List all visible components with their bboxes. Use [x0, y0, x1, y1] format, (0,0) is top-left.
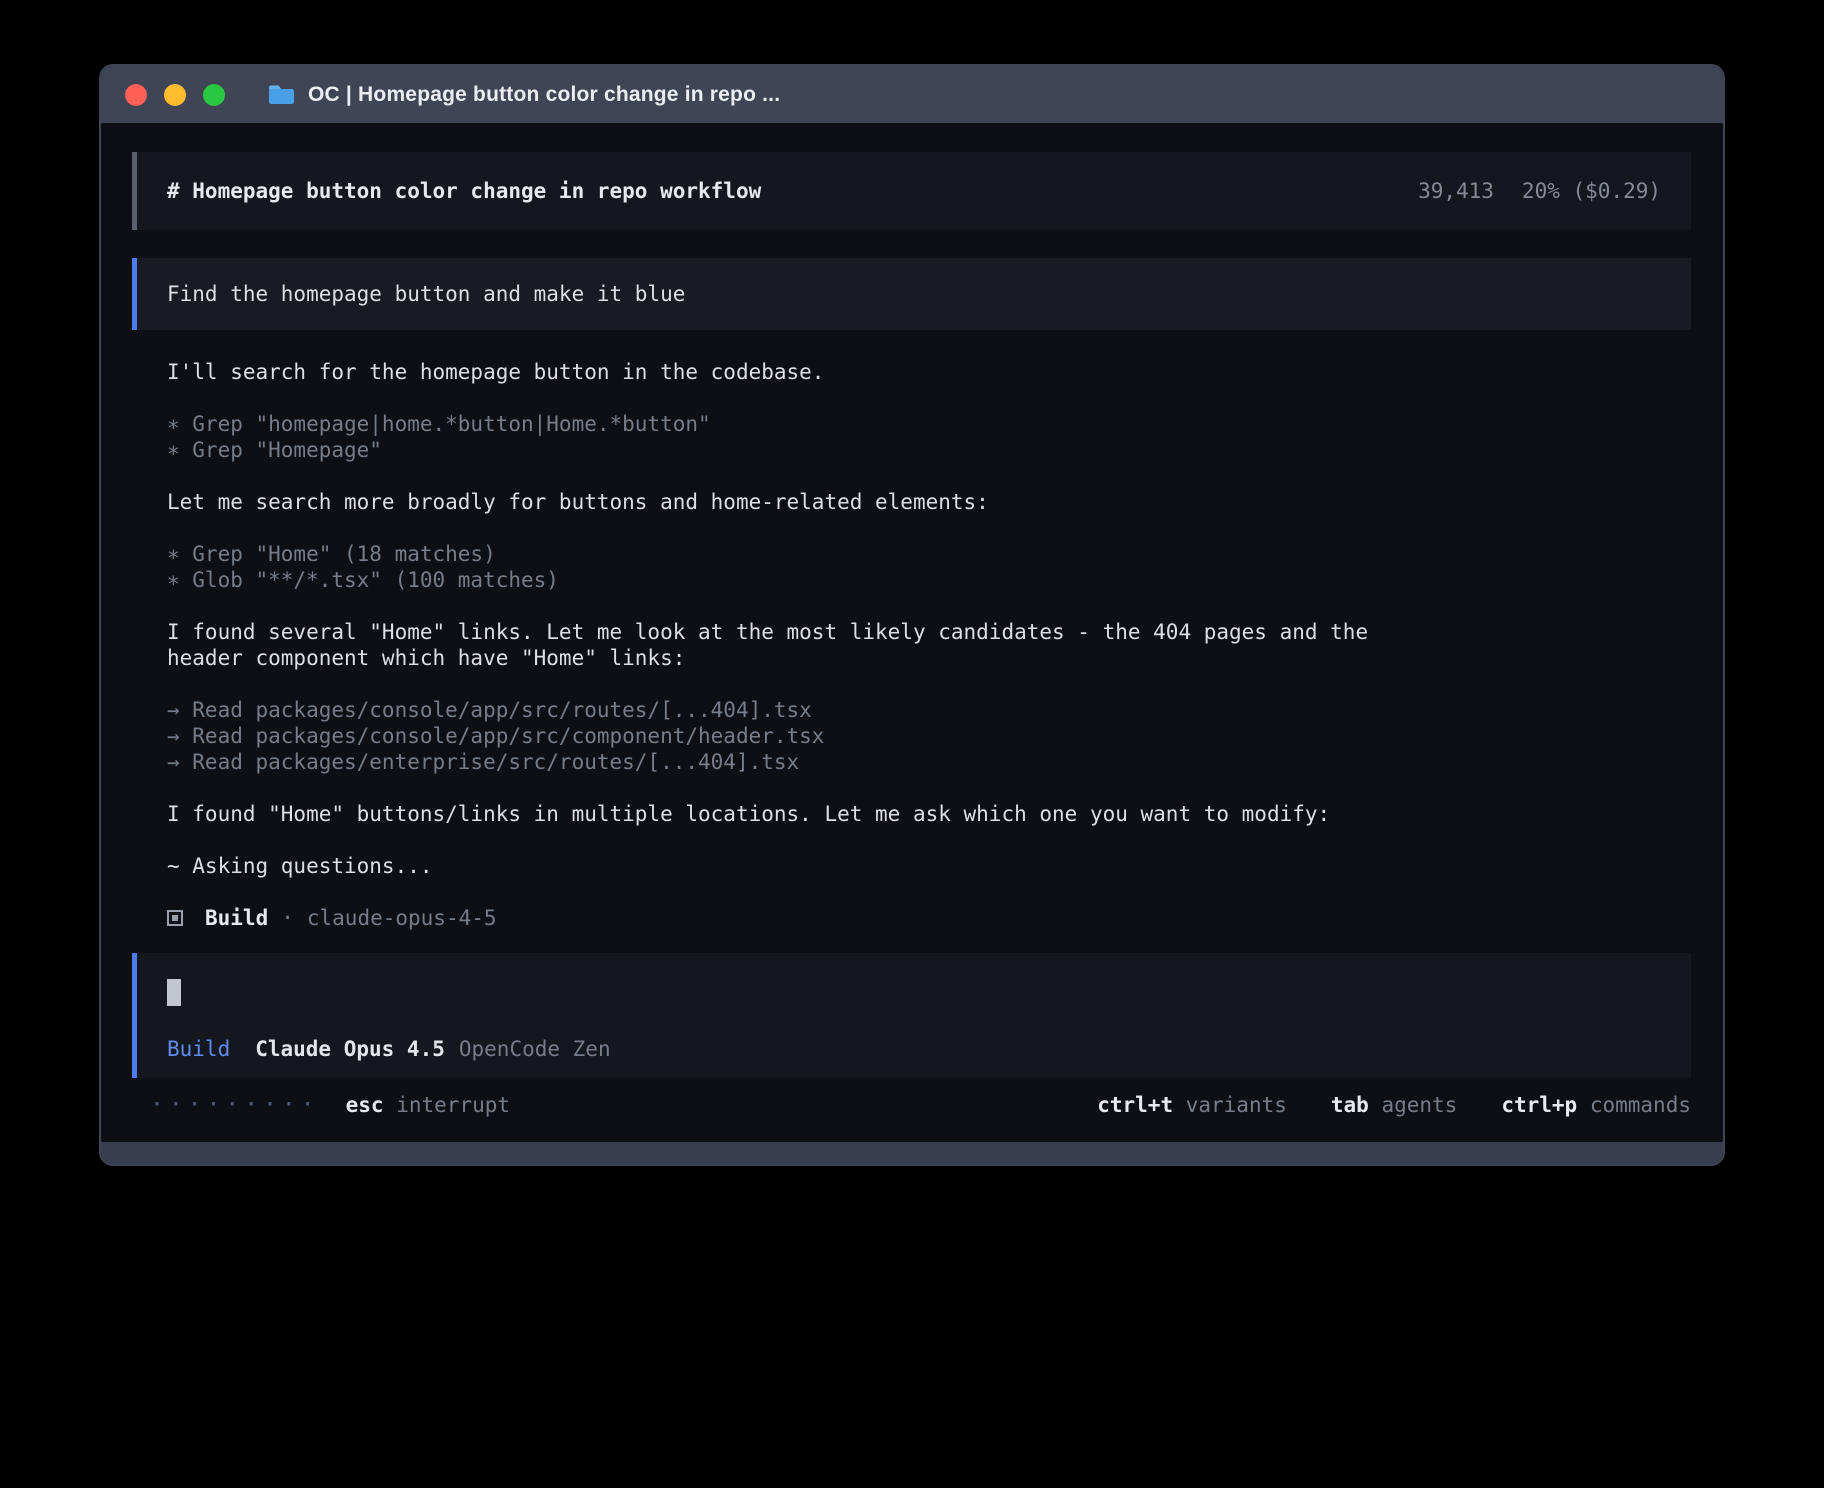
- zoom-button[interactable]: [203, 84, 225, 106]
- agent-icon: [167, 910, 183, 926]
- title-group: OC | Homepage button color change in rep…: [268, 83, 780, 107]
- input-meta: Build Claude Opus 4.5 OpenCode Zen: [167, 1036, 1661, 1062]
- grep-tool-call: ∗ Grep "Home" (18 matches): [167, 541, 1691, 567]
- user-message-block: Find the homepage button and make it blu…: [132, 258, 1691, 330]
- minimize-button[interactable]: [164, 84, 186, 106]
- tool-call-group: ∗ Grep "homepage|home.*button|Home.*butt…: [167, 411, 1691, 463]
- assistant-paragraph: Let me search more broadly for buttons a…: [167, 489, 1412, 515]
- agent-mode-label: Build: [167, 1036, 230, 1062]
- glob-tool-call: ∗ Glob "**/*.tsx" (100 matches): [167, 567, 1691, 593]
- terminal-window: OC | Homepage button color change in rep…: [99, 64, 1725, 1166]
- grep-tool-call: ∗ Grep "homepage|home.*button|Home.*butt…: [167, 411, 1691, 437]
- shortcut-variants: ctrl+t variants: [1097, 1092, 1287, 1118]
- assistant-paragraph: I'll search for the homepage button in t…: [167, 359, 1412, 385]
- status-right: ctrl+t variants tab agents ctrl+p comman…: [1097, 1092, 1691, 1118]
- read-tool-call: → Read packages/console/app/src/componen…: [167, 723, 1691, 749]
- assistant-paragraph: I found "Home" buttons/links in multiple…: [167, 801, 1412, 827]
- agent-name: Build: [205, 905, 268, 931]
- grep-tool-call: ∗ Grep "Homepage": [167, 437, 1691, 463]
- agent-status-line: Build · claude-opus-4-5: [167, 905, 1691, 931]
- shortcut-agents: tab agents: [1331, 1092, 1457, 1118]
- folder-icon: [268, 84, 295, 105]
- text-cursor: [167, 979, 181, 1006]
- status-bar: ········· esc interrupt ctrl+t variants …: [132, 1092, 1691, 1118]
- window-bottom-edge: [101, 1142, 1723, 1164]
- shortcut-interrupt: esc interrupt: [346, 1092, 510, 1118]
- window-controls: [125, 84, 242, 106]
- session-title: # Homepage button color change in repo w…: [167, 178, 761, 204]
- read-tool-call: → Read packages/enterprise/src/routes/[.…: [167, 749, 1691, 775]
- model-label: Claude Opus 4.5: [255, 1036, 445, 1062]
- status-left: ········· esc interrupt: [150, 1092, 510, 1118]
- agent-separator: ·: [281, 905, 294, 931]
- token-count: 39,413: [1418, 178, 1494, 204]
- tool-call-group: → Read packages/console/app/src/routes/[…: [167, 697, 1691, 775]
- tool-call-group: ∗ Grep "Home" (18 matches) ∗ Glob "**/*.…: [167, 541, 1691, 593]
- context-cost: 20% ($0.29): [1522, 178, 1661, 204]
- assistant-paragraph: I found several "Home" links. Let me loo…: [167, 619, 1412, 671]
- session-meta: 39,413 20% ($0.29): [1418, 178, 1661, 204]
- window-title: OC | Homepage button color change in rep…: [308, 83, 780, 107]
- user-message-text: Find the homepage button and make it blu…: [167, 281, 685, 307]
- titlebar: OC | Homepage button color change in rep…: [101, 66, 1723, 123]
- working-status: ~ Asking questions...: [167, 853, 1412, 879]
- provider-label: OpenCode Zen: [459, 1036, 611, 1062]
- spinner-dots: ·········: [150, 1092, 320, 1118]
- session-header: # Homepage button color change in repo w…: [132, 152, 1691, 230]
- assistant-response: I'll search for the homepage button in t…: [132, 330, 1691, 931]
- close-button[interactable]: [125, 84, 147, 106]
- agent-model: claude-opus-4-5: [307, 905, 497, 931]
- read-tool-call: → Read packages/console/app/src/routes/[…: [167, 697, 1691, 723]
- prompt-input[interactable]: Build Claude Opus 4.5 OpenCode Zen: [132, 953, 1691, 1078]
- shortcut-commands: ctrl+p commands: [1501, 1092, 1691, 1118]
- terminal-content: # Homepage button color change in repo w…: [101, 123, 1723, 1118]
